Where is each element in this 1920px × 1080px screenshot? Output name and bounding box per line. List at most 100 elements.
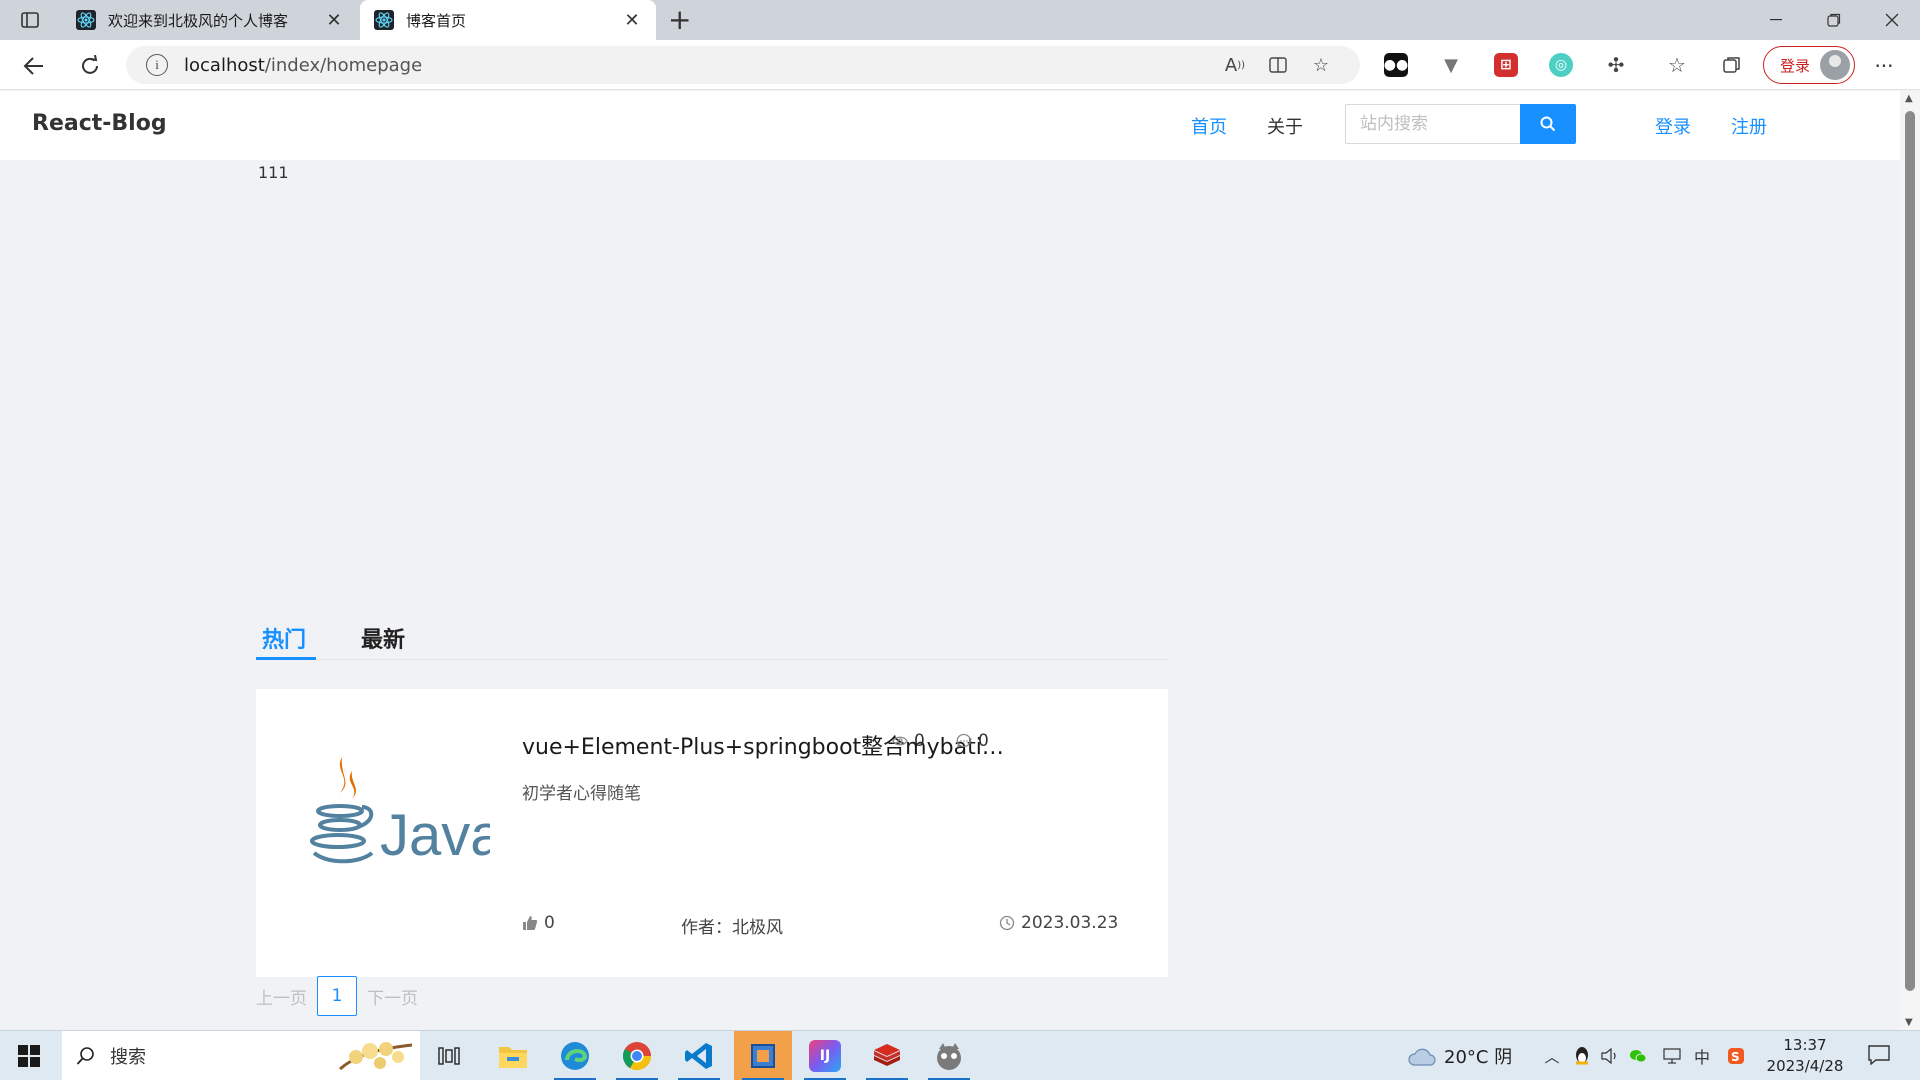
site-logo[interactable]: React-Blog [32,111,167,136]
start-button[interactable] [18,1045,40,1067]
new-tab-button[interactable]: + [668,4,691,36]
back-icon[interactable] [18,50,50,82]
like-button[interactable]: 0 [522,913,555,933]
split-screen-icon[interactable] [1263,52,1293,78]
nav-about-link[interactable]: 关于 [1267,113,1303,139]
more-menu-icon[interactable]: ··· [1868,50,1900,82]
notification-center-icon[interactable] [1868,1045,1892,1067]
site-info-icon[interactable]: i [146,54,168,76]
minimize-button[interactable] [1748,0,1804,40]
browser-tab-blog-home[interactable]: 博客首页 ✕ [360,0,656,40]
nav-login-link[interactable]: 登录 [1655,113,1691,139]
network-icon[interactable] [1662,1046,1682,1066]
close-window-button[interactable] [1864,0,1920,40]
extension-round-icon[interactable]: ◎ [1549,53,1573,77]
svg-text:S: S [1731,1050,1740,1064]
site-search-button[interactable] [1520,104,1576,144]
avatar [1820,50,1850,80]
article-date: 2023.03.23 [999,913,1118,933]
site-header: React-Blog 首页 关于 登录 注册 [0,91,1900,160]
windows-taskbar: 搜索 IJ 20°C 阴 ︿ 中 S 13:37 2023/4/28 [0,1030,1920,1080]
scroll-up-icon[interactable]: ▲ [1905,93,1913,104]
browser-tab-blog-welcome[interactable]: 欢迎来到北极风的个人博客 ✕ [62,0,358,40]
ime-indicator[interactable]: 中 [1692,1046,1712,1067]
thumbs-up-icon [523,916,538,930]
taskbar-app-virtualbox[interactable] [734,1031,792,1080]
add-favorite-icon[interactable]: ☆ [1306,52,1336,78]
favorites-icon[interactable]: ☆ [1665,53,1689,77]
prev-page-button[interactable]: 上一页 [256,984,307,1009]
url-text: localhost/index/homepage [184,55,422,76]
nav-home-link[interactable]: 首页 [1191,113,1227,139]
react-favicon-icon [374,10,394,30]
read-aloud-icon[interactable]: A)) [1220,52,1250,78]
page-1-button[interactable]: 1 [317,976,357,1016]
profile-login-label: 登录 [1780,56,1811,75]
extension-icon[interactable]: ●● [1384,53,1408,77]
url-host: localhost [184,54,265,76]
close-tab-icon[interactable]: ✕ [622,10,642,31]
taskbar-app-vscode[interactable] [670,1031,728,1080]
weather-text: 20°C 阴 [1444,1047,1513,1068]
show-hidden-icons-icon[interactable]: ︿ [1542,1046,1562,1066]
extensions-puzzle-icon[interactable]: ✣ [1604,53,1628,77]
article-card[interactable]: Java vue+Element-Plus+springboot整合mybati… [256,689,1168,977]
taskbar-app-redis[interactable] [858,1031,916,1080]
like-count-value: 0 [544,913,555,933]
tab-title: 博客首页 [406,11,467,30]
scroll-down-icon[interactable]: ▼ [1905,1017,1913,1028]
address-bar[interactable]: i localhost/index/homepage A)) ☆ [126,46,1360,84]
taskbar-search-box[interactable]: 搜索 [62,1031,420,1080]
page-viewport: React-Blog 首页 关于 登录 注册 111 热门 最新 Java vu… [0,91,1900,1030]
browser-toolbar: i localhost/index/homepage A)) ☆ ●● ▼ ⊞ … [0,40,1920,90]
vue-devtools-icon[interactable]: ▼ [1439,53,1463,77]
clock-time: 13:37 [1783,1036,1827,1054]
url-path: /index/homepage [264,54,423,76]
redis-icon [874,1044,900,1066]
taskbar-app-chrome[interactable] [608,1031,666,1080]
eye-icon [892,736,908,746]
file-explorer-icon [499,1047,527,1068]
volume-icon[interactable] [1600,1046,1620,1066]
refresh-icon[interactable] [74,50,106,82]
tab-latest[interactable]: 最新 [361,622,405,654]
nav-register-link[interactable]: 注册 [1731,113,1767,139]
article-author: 作者：北极风 [681,913,783,938]
svg-text:Java: Java [380,803,490,868]
intellij-icon: IJ [809,1040,841,1072]
search-highlight-icon [339,1042,413,1071]
next-page-button[interactable]: 下一页 [367,984,418,1009]
tab-hot[interactable]: 热门 [262,622,306,654]
wechat-icon[interactable] [1628,1046,1648,1066]
tab-actions-icon[interactable] [14,8,46,32]
view-count: 0 [892,731,925,751]
task-view-button[interactable] [420,1031,478,1080]
tab-title: 欢迎来到北极风的个人博客 [108,11,289,30]
search-icon [76,1047,94,1065]
qq-icon[interactable] [1572,1046,1592,1066]
browser-tab-strip: 欢迎来到北极风的个人博客 ✕ 博客首页 ✕ + [0,0,1920,40]
taskbar-clock[interactable]: 13:37 2023/4/28 [1760,1035,1850,1077]
scrollbar-thumb[interactable] [1905,111,1915,991]
comment-icon [956,733,971,748]
view-count-value: 0 [914,731,925,751]
close-tab-icon[interactable]: ✕ [324,10,344,31]
active-tab-indicator [256,657,316,660]
react-favicon-icon [76,10,96,30]
cloud-icon [1408,1048,1436,1066]
taskbar-app-edge[interactable] [546,1031,604,1080]
profile-login-button[interactable]: 登录 [1763,46,1855,84]
java-logo-icon: Java [310,757,490,868]
article-title[interactable]: vue+Element-Plus+springboot整合mybatis-... [522,729,1012,761]
site-search-input[interactable] [1345,104,1521,144]
sogou-input-icon[interactable]: S [1726,1046,1746,1066]
taskbar-app-explorer[interactable] [484,1031,542,1080]
restore-button[interactable] [1806,0,1862,40]
weather-widget[interactable]: 20°C 阴 [1406,1031,1512,1080]
taskbar-app-intellij[interactable]: IJ [796,1031,854,1080]
taskbar-app-navicat[interactable] [920,1031,978,1080]
page-scrollbar[interactable]: ▲ ▼ [1900,91,1920,1030]
extension-red-icon[interactable]: ⊞ [1494,53,1518,77]
comment-count-value: 0 [978,731,989,751]
collections-icon[interactable] [1720,53,1744,77]
